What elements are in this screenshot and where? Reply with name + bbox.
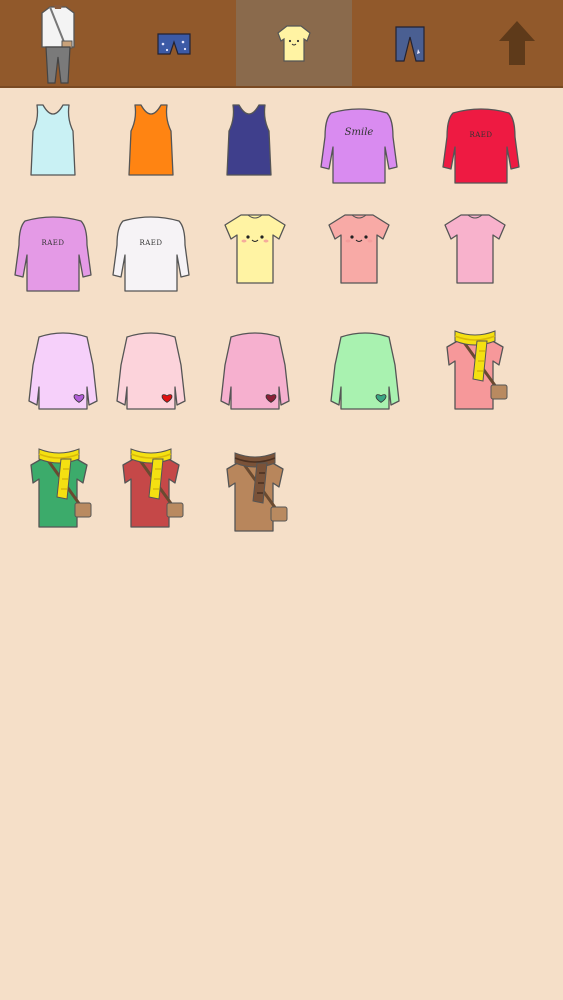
kawaii-tshirt-icon — [224, 214, 286, 284]
off-shoulder-sweater-icon: RAED — [14, 216, 92, 292]
heart-sweater-icon — [28, 332, 98, 410]
kawaii-tshirt-icon — [328, 214, 390, 284]
heart-sweater-icon — [330, 332, 400, 410]
heart-sweater-icon — [116, 332, 186, 410]
svg-text:RAED: RAED — [469, 131, 492, 139]
shorts-icon — [157, 33, 191, 55]
tank-top-icon — [226, 104, 272, 176]
tab-bottoms[interactable] — [116, 0, 232, 86]
tank-top-icon — [128, 104, 174, 176]
grid-item[interactable] — [430, 200, 520, 300]
grid-item[interactable] — [106, 92, 196, 192]
grid-item[interactable] — [210, 320, 300, 420]
svg-text:RAED: RAED — [139, 239, 162, 247]
grid-item[interactable]: RAED — [8, 200, 98, 300]
full-outfit-icon — [41, 5, 75, 84]
grid-item[interactable] — [106, 438, 196, 538]
scarf-bag-shirt-icon — [226, 452, 288, 532]
grid-item[interactable] — [314, 200, 404, 300]
scroll-up-button[interactable] — [470, 0, 563, 86]
grid-item[interactable] — [210, 200, 300, 300]
jeans-icon — [395, 26, 425, 62]
grid-item[interactable] — [204, 92, 294, 192]
tshirt-icon — [277, 25, 311, 62]
svg-text:RAED: RAED — [41, 239, 64, 247]
tab-pants[interactable] — [352, 0, 468, 86]
grid-item[interactable] — [8, 92, 98, 192]
off-shoulder-sweater-icon: RAED — [112, 216, 190, 292]
grid-item[interactable] — [106, 320, 196, 420]
tank-top-icon — [30, 104, 76, 176]
off-shoulder-sweater-icon: RAED — [442, 108, 520, 184]
category-bar — [0, 0, 563, 88]
grid-item[interactable] — [18, 320, 108, 420]
svg-text:Smile: Smile — [345, 127, 374, 138]
off-shoulder-sweater-icon: Smile — [320, 108, 398, 184]
grid-item[interactable] — [430, 320, 520, 420]
heart-sweater-icon — [220, 332, 290, 410]
grid-item[interactable]: RAED — [436, 92, 526, 192]
scarf-bag-shirt-icon — [446, 330, 508, 410]
grid-item[interactable] — [320, 320, 410, 420]
scarf-bag-shirt-icon — [122, 448, 184, 528]
grid-item[interactable]: Smile — [314, 92, 404, 192]
scarf-bag-shirt-icon — [30, 448, 92, 528]
grid-item[interactable] — [14, 438, 104, 538]
up-arrow-icon — [498, 21, 535, 65]
tshirt-icon — [444, 214, 506, 284]
tab-tops[interactable] — [236, 0, 352, 86]
tab-outfit[interactable] — [0, 0, 116, 86]
grid-item[interactable]: RAED — [106, 200, 196, 300]
grid-item[interactable] — [210, 442, 300, 542]
